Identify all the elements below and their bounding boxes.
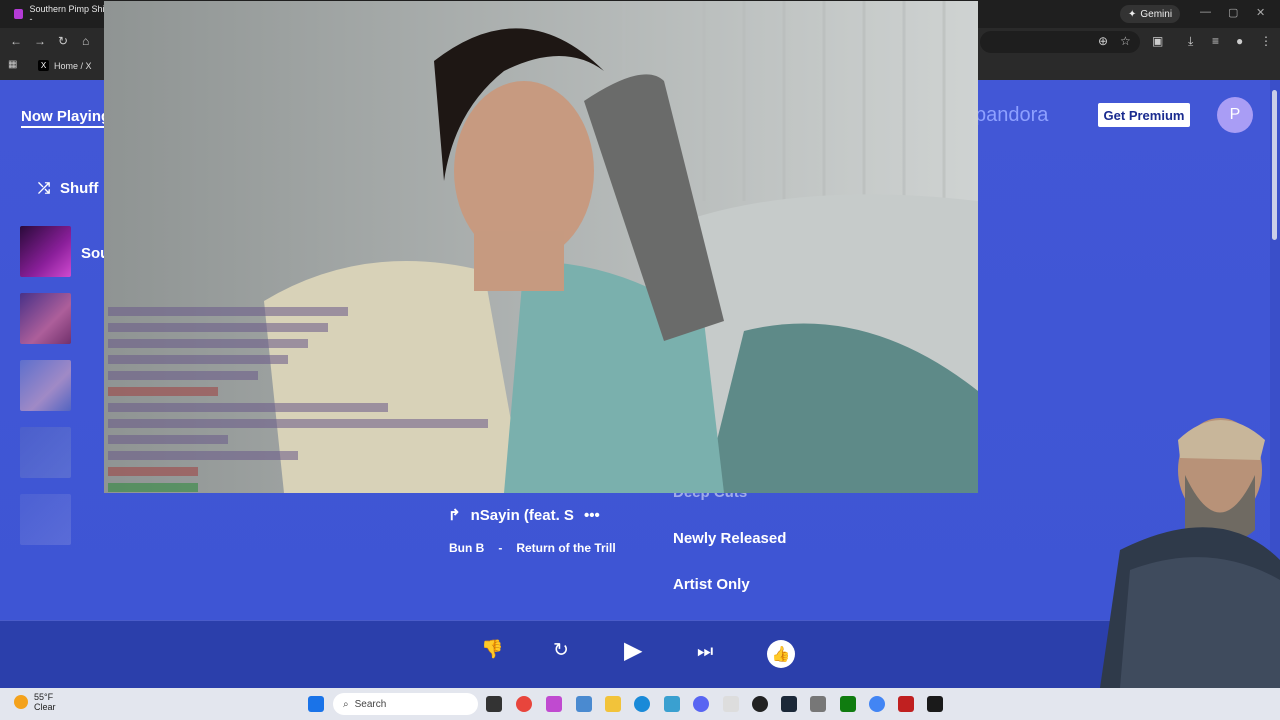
windows-start-icon[interactable] — [308, 696, 324, 712]
pandora-favicon-icon — [14, 9, 24, 19]
queue-album-art[interactable] — [20, 226, 71, 277]
station-option-newly-released[interactable]: Newly Released — [673, 530, 786, 547]
search-icon: ⌕ — [343, 698, 349, 710]
home-icon[interactable]: ⌂ — [82, 34, 89, 48]
minimize-icon[interactable]: — — [1200, 6, 1211, 18]
sidepanel-icon[interactable]: ▣ — [1152, 34, 1163, 48]
play-icon[interactable]: ▶ — [624, 636, 642, 665]
scrollbar-thumb[interactable] — [1272, 90, 1277, 240]
discord-icon[interactable] — [693, 696, 709, 712]
chrome-profile-icon[interactable] — [869, 696, 885, 712]
bookmark-label: Home / X — [54, 60, 92, 71]
terminal-icon[interactable] — [927, 696, 943, 712]
back-icon[interactable]: ← — [10, 34, 22, 48]
chrome-icon[interactable] — [516, 696, 532, 712]
artist-link[interactable]: Bun B — [449, 541, 484, 555]
download-icon[interactable]: ⤓ — [1188, 34, 1193, 49]
thumb-up-button[interactable]: 👍 — [767, 640, 795, 668]
browser-tab[interactable]: Southern Pimp Shit - — [8, 3, 108, 25]
weather-sun-icon — [14, 695, 28, 709]
profile-icon[interactable]: ● — [1236, 34, 1243, 48]
station-option-artist-only[interactable]: Artist Only — [673, 576, 750, 593]
address-bar[interactable] — [980, 31, 1140, 53]
tab-title: Southern Pimp Shit - — [29, 4, 107, 24]
artist-album-line: Bun B - Return of the Trill — [449, 541, 616, 555]
bookmark-home-x[interactable]: X Home / X — [38, 60, 92, 71]
xbox-icon[interactable] — [840, 696, 856, 712]
gemini-button[interactable]: ✦ Gemini — [1120, 5, 1181, 23]
queue-album-art[interactable] — [20, 293, 71, 344]
forward-icon[interactable]: → — [34, 34, 46, 48]
photos-icon[interactable] — [576, 696, 592, 712]
windows-taskbar: 55°F Clear ⌕ Search — [0, 688, 1280, 720]
queue-album-art[interactable] — [20, 360, 71, 411]
copilot-icon[interactable] — [546, 696, 562, 712]
x-logo-icon: X — [38, 60, 49, 71]
video-overlay[interactable] — [104, 1, 978, 493]
maximize-icon[interactable]: ▢ — [1228, 6, 1238, 19]
zoom-icon[interactable]: ⊕ — [1098, 34, 1108, 48]
edge-icon[interactable] — [634, 696, 650, 712]
close-icon[interactable]: ✕ — [1256, 6, 1265, 19]
weather-temp: 55°F — [34, 692, 54, 702]
gemini-label: Gemini — [1140, 8, 1173, 20]
video-frame — [104, 1, 978, 493]
webcam-overlay — [1060, 400, 1280, 688]
share-icon[interactable]: ↱ — [448, 506, 461, 524]
pandora-logo[interactable]: pandora — [975, 104, 1048, 127]
now-playing-tab[interactable]: Now Playing — [21, 108, 111, 128]
obs-icon[interactable] — [752, 696, 768, 712]
kebab-menu-icon[interactable]: ⋮ — [1260, 34, 1272, 48]
song-title-row: ↱ nSayin (feat. S ••• — [448, 506, 600, 525]
song-title[interactable]: nSayin (feat. S — [471, 507, 574, 524]
taskbar-search[interactable]: ⌕ Search — [333, 693, 478, 715]
album-link[interactable]: Return of the Trill — [516, 541, 615, 555]
sparkle-icon: ✦ — [1128, 8, 1137, 20]
queue-album-art[interactable] — [20, 427, 71, 478]
file-explorer-icon[interactable] — [605, 696, 621, 712]
shuffle-label: Shuff — [60, 180, 99, 197]
skip-icon[interactable]: ⏭ — [697, 641, 713, 662]
task-view-icon[interactable] — [486, 696, 502, 712]
menu-list-icon[interactable]: ≡ — [1212, 34, 1219, 48]
shuffle-button[interactable]: ⤮ Shuff — [38, 180, 98, 197]
app-red-icon[interactable] — [898, 696, 914, 712]
search-placeholder: Search — [354, 698, 387, 710]
apps-grid-icon[interactable]: ▦ — [8, 59, 17, 70]
weather-widget[interactable]: 55°F Clear — [14, 692, 56, 712]
avatar[interactable]: P — [1217, 97, 1253, 133]
weather-desc: Clear — [34, 702, 56, 712]
get-premium-button[interactable]: Get Premium — [1098, 103, 1190, 127]
star-icon[interactable]: ☆ — [1120, 34, 1131, 48]
steam-icon[interactable] — [781, 696, 797, 712]
thumb-up-icon: 👍 — [771, 646, 791, 663]
gimp-icon[interactable] — [810, 696, 826, 712]
thumb-down-icon[interactable]: 👎 — [481, 639, 503, 660]
reload-icon[interactable]: ↻ — [58, 34, 68, 48]
separator: - — [498, 541, 503, 555]
snipping-tool-icon[interactable] — [723, 696, 739, 712]
queue-album-art[interactable] — [20, 494, 71, 545]
shuffle-icon: ⤮ — [38, 180, 51, 197]
replay-icon[interactable]: ↻ — [553, 639, 569, 662]
webcam-frame — [1100, 418, 1280, 688]
notepad-icon[interactable] — [664, 696, 680, 712]
more-options-icon[interactable]: ••• — [584, 507, 600, 524]
